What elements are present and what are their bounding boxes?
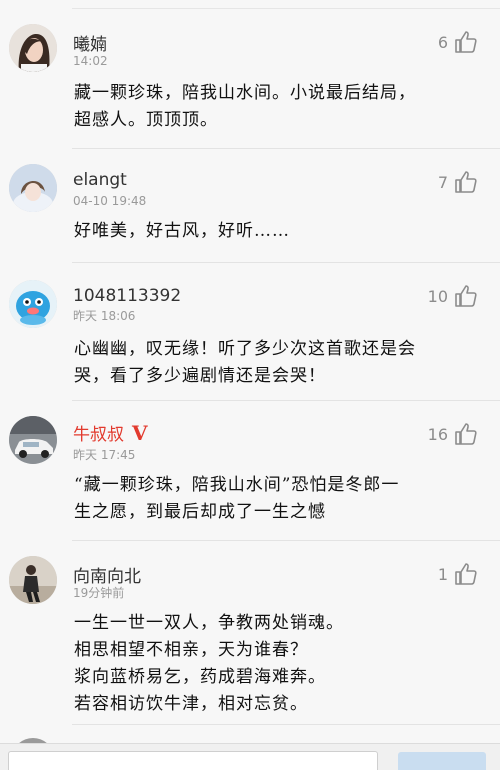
avatar[interactable] — [9, 416, 57, 464]
divider — [72, 148, 500, 149]
avatar[interactable] — [9, 24, 57, 72]
timestamp: 昨天 18:06 — [73, 309, 136, 323]
thumbs-up-icon[interactable] — [454, 422, 478, 446]
comment-text: 好唯美，好古风，好听…… — [74, 221, 290, 241]
divider — [72, 8, 500, 9]
timestamp: 19分钟前 — [73, 586, 125, 600]
like-button[interactable]: 1 — [438, 562, 478, 586]
like-count: 7 — [437, 172, 448, 192]
comment-text: 藏一颗珍珠，陪我山水间。小说最后结局， 超感人。顶顶顶。 — [74, 83, 416, 130]
username[interactable]: 曦婻 — [73, 30, 107, 55]
like-button[interactable]: 16 — [428, 422, 478, 446]
username[interactable]: 牛叔叔 V — [73, 420, 148, 445]
send-button[interactable] — [398, 752, 486, 770]
comment-text: 心幽幽，叹无缘！听了多少次这首歌还是会 哭，看了多少遍剧情还是会哭！ — [74, 339, 416, 386]
avatar[interactable] — [9, 164, 57, 212]
divider — [72, 400, 500, 401]
username[interactable]: elangt — [73, 170, 127, 190]
username[interactable]: 1048113392 — [73, 286, 181, 306]
avatar[interactable] — [9, 556, 57, 604]
like-count: 16 — [427, 424, 448, 444]
timestamp: 04-10 19:48 — [73, 194, 147, 208]
like-count: 6 — [437, 32, 448, 52]
like-count: 1 — [437, 564, 448, 584]
like-button[interactable]: 7 — [438, 170, 478, 194]
avatar[interactable] — [9, 280, 57, 328]
thumbs-up-icon[interactable] — [454, 562, 478, 586]
like-count: 10 — [427, 286, 448, 306]
divider — [72, 262, 500, 263]
comment-list-screen: 曦婻 14:02 6 藏一颗珍珠，陪我山水间。小说最后结局， 超感人。顶顶顶。 … — [0, 0, 500, 770]
like-button[interactable]: 6 — [438, 30, 478, 54]
reply-input[interactable] — [8, 751, 378, 770]
verified-badge: V — [132, 421, 148, 445]
like-button[interactable]: 10 — [428, 284, 478, 308]
divider — [72, 724, 500, 725]
thumbs-up-icon[interactable] — [454, 284, 478, 308]
comment-text: 一生一世一双人，争教两处销魂。 相思相望不相亲，天为谁春？ 浆向蓝桥易乞，药成碧… — [74, 613, 344, 714]
timestamp: 14:02 — [73, 54, 108, 68]
username-text[interactable]: 牛叔叔 — [73, 425, 124, 445]
thumbs-up-icon[interactable] — [454, 170, 478, 194]
divider — [72, 540, 500, 541]
reply-bar — [0, 743, 500, 770]
comment-text: “藏一颗珍珠，陪我山水间”恐怕是冬郎一 生之愿，到最后却成了一生之憾 — [74, 475, 400, 522]
thumbs-up-icon[interactable] — [454, 30, 478, 54]
timestamp: 昨天 17:45 — [73, 448, 136, 462]
